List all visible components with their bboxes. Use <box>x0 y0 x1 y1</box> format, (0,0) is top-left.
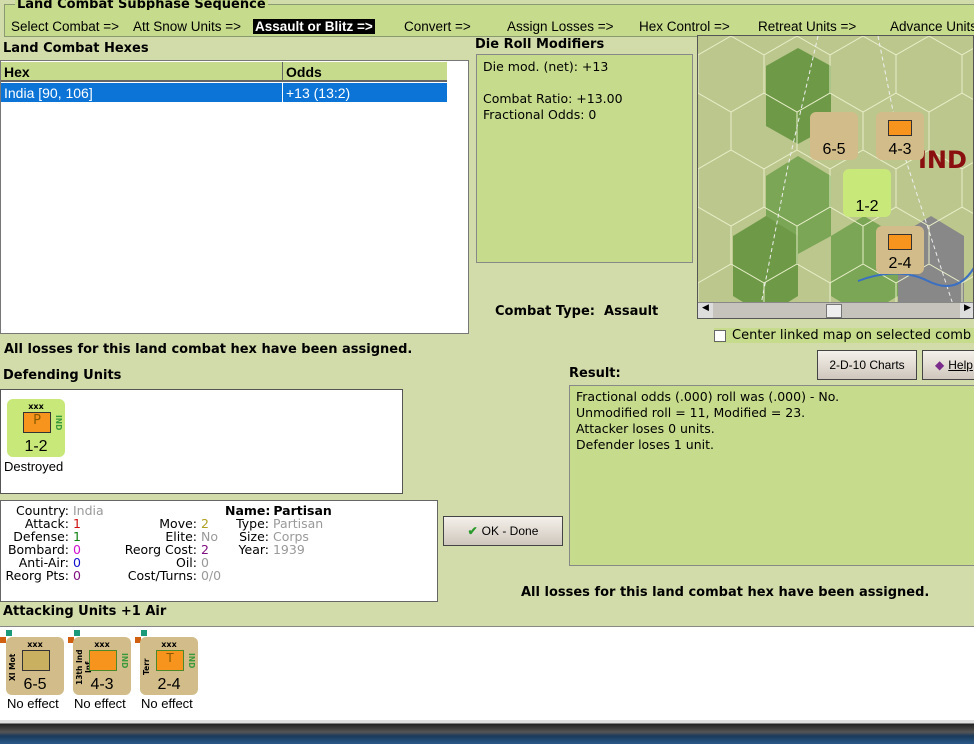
result-line: Fractional odds (.000) roll was (.000) -… <box>576 389 840 404</box>
unit-result: No effect <box>7 696 59 711</box>
ok-done-button[interactable]: ✔ OK - Done <box>443 516 563 546</box>
status-bottom: All losses for this land combat hex have… <box>521 585 930 600</box>
unit-value: 6-5 <box>23 676 47 693</box>
charts-button[interactable]: 2-D-10 Charts <box>817 350 917 380</box>
attacking-units: XI Mot xxx 6-5 No effect 13th Ind Inf xx… <box>0 626 974 720</box>
seq-assign-losses: Assign Losses => <box>507 19 614 34</box>
unit-result: Destroyed <box>4 459 64 474</box>
combat-type: Combat Type: Assault <box>495 304 658 319</box>
attacking-title: Attacking Units +1 Air <box>3 604 167 619</box>
unit-info-panel: Country: India Attack: 1 Defense: 1 Bomb… <box>0 500 438 602</box>
center-map-label: Center linked map on selected comb <box>732 328 972 343</box>
map-counter[interactable]: 6-5 <box>810 112 858 160</box>
info-key: Year: <box>238 542 269 557</box>
attacking-unit-counter[interactable]: Terr xxx T IND 2-4 <box>140 637 198 695</box>
seq-assault-blitz: Assault or Blitz => <box>253 19 375 34</box>
bottom-bar <box>0 720 974 744</box>
unit-nation: IND <box>187 653 196 669</box>
result-title: Result: <box>569 366 621 381</box>
help-label: Help <box>948 358 973 372</box>
motorized-symbol <box>22 650 50 671</box>
combat-hexes-title: Land Combat Hexes <box>3 41 149 56</box>
drm-panel: Die mod. (net): +13 Combat Ratio: +13.00… <box>476 54 693 263</box>
info-year: 1939 <box>272 542 305 557</box>
help-book-icon: ◆ <box>935 358 945 372</box>
unit-nation: IND <box>54 415 63 431</box>
partisan-symbol: P <box>23 412 51 433</box>
seq-retreat: Retreat Units => <box>758 19 857 34</box>
scroll-right-icon[interactable]: ▶ <box>960 303 973 318</box>
defending-units: xxx P IND 1-2 Destroyed <box>0 389 403 494</box>
unit-size: xxx <box>27 640 43 649</box>
unit-value: 2-4 <box>157 676 181 693</box>
map-counter-selected[interactable]: 1-2 <box>843 169 891 217</box>
subphase-sequence: Land Combat Subphase Sequence Select Com… <box>4 0 974 37</box>
hex-map: IND <box>698 36 973 318</box>
drm-title: Die Roll Modifiers <box>475 37 605 52</box>
drm-fractional: Fractional Odds: 0 <box>483 107 597 122</box>
combat-type-label: Combat Type: <box>495 304 595 319</box>
status-dot <box>74 630 80 636</box>
cell-odds: +13 (13:2) <box>283 83 447 102</box>
scroll-thumb[interactable] <box>826 304 842 318</box>
result-line: Attacker loses 0 units. <box>576 421 715 436</box>
seq-att-snow: Att Snow Units => <box>133 19 242 34</box>
help-button[interactable]: ◆ Help <box>922 350 974 380</box>
combat-type-value: Assault <box>604 304 659 319</box>
info-cost: 0/0 <box>200 568 222 583</box>
scroll-left-icon[interactable]: ◀ <box>698 303 713 318</box>
territorial-symbol <box>888 234 912 250</box>
unit-result: No effect <box>74 696 126 711</box>
unit-value: 4-3 <box>90 676 114 693</box>
seq-select-combat: Select Combat => <box>11 19 120 34</box>
map-counter[interactable]: 4-3 <box>876 112 924 160</box>
map-counter[interactable]: 2-4 <box>876 226 924 274</box>
territorial-symbol: T <box>156 650 184 671</box>
drm-net: Die mod. (net): +13 <box>483 59 609 74</box>
defending-unit-counter[interactable]: xxx P IND 1-2 <box>7 399 65 457</box>
unit-value: 1-2 <box>24 438 48 455</box>
unit-size: xxx <box>94 640 110 649</box>
info-key: Cost/Turns: <box>127 568 197 583</box>
info-reorgpts: 0 <box>72 568 81 583</box>
drm-ratio: Combat Ratio: +13.00 <box>483 91 623 106</box>
combat-hexes-table: Hex Odds India [90, 106] +13 (13:2) <box>0 60 469 334</box>
unit-result: No effect <box>141 696 193 711</box>
status-dot <box>6 630 12 636</box>
info-key: Reorg Pts: <box>5 568 69 583</box>
seq-convert: Convert => <box>404 19 471 34</box>
unit-size: xxx <box>28 402 44 411</box>
result-panel: Fractional odds (.000) roll was (.000) -… <box>569 385 974 566</box>
map-hscrollbar[interactable]: ◀ ▶ <box>698 302 973 318</box>
checkmark-icon: ✔ <box>467 524 478 538</box>
charts-label: 2-D-10 Charts <box>829 358 905 372</box>
col-odds[interactable]: Odds <box>283 62 447 82</box>
linked-map[interactable]: IND 6-5 4-3 1-2 2-4 ◀ ▶ <box>697 35 974 319</box>
table-row[interactable]: India [90, 106] +13 (13:2) <box>1 83 447 102</box>
center-map-checkbox[interactable]: Center linked map on selected comb <box>714 328 974 343</box>
seq-advance: Advance Units <box>890 19 974 34</box>
checkbox-icon[interactable] <box>714 329 726 342</box>
seq-hex-control: Hex Control => <box>639 19 730 34</box>
cell-hex: India [90, 106] <box>1 83 283 102</box>
attacking-unit-counter[interactable]: 13th Ind Inf xxx IND 4-3 <box>73 637 131 695</box>
unit-nation: IND <box>120 653 129 669</box>
ok-label: OK - Done <box>481 524 539 538</box>
subphase-title: Land Combat Subphase Sequence <box>15 0 268 10</box>
infantry-symbol <box>89 650 117 671</box>
map-nation-label: IND <box>918 146 967 174</box>
defending-title: Defending Units <box>3 368 122 383</box>
result-line: Defender loses 1 unit. <box>576 437 714 452</box>
result-line: Unmodified roll = 11, Modified = 23. <box>576 405 806 420</box>
status-top: All losses for this land combat hex have… <box>4 342 413 357</box>
unit-size: xxx <box>161 640 177 649</box>
infantry-symbol <box>888 120 912 136</box>
col-hex[interactable]: Hex <box>1 62 283 82</box>
status-dot <box>141 630 147 636</box>
attacking-unit-counter[interactable]: XI Mot xxx 6-5 <box>6 637 64 695</box>
